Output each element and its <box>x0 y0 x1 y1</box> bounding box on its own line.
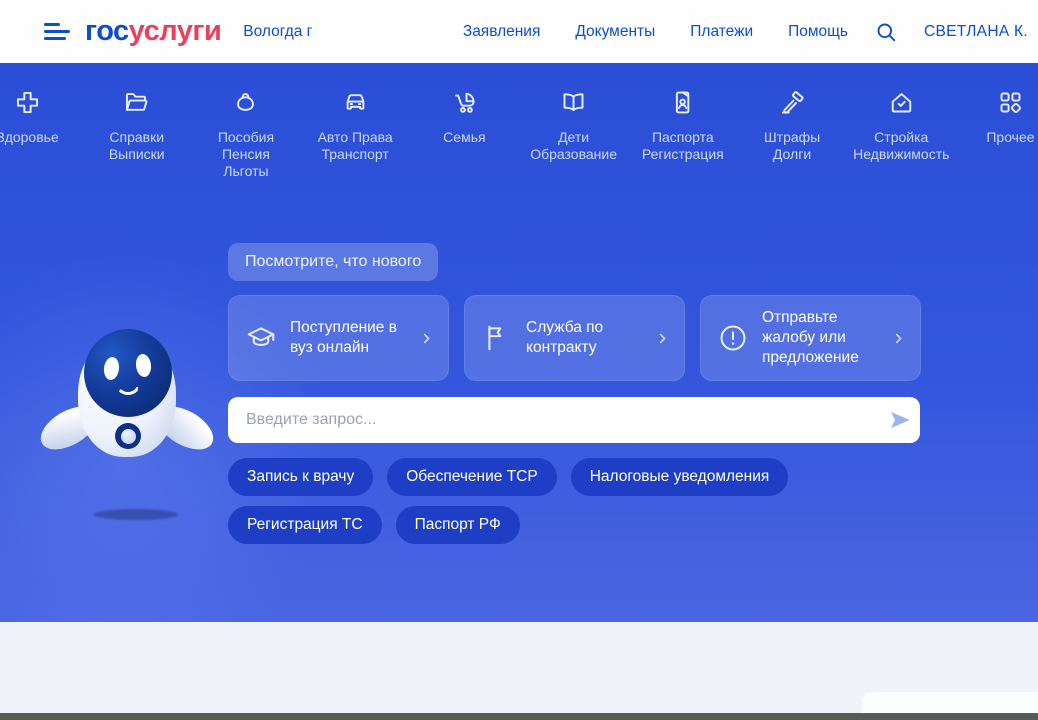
id-card-icon <box>669 89 696 116</box>
logo-part-blue: гос <box>85 15 129 47</box>
robot-face <box>84 329 172 417</box>
category-label: ПаспортаРегистрация <box>642 129 724 163</box>
whats-new-button[interactable]: Посмотрите, что нового <box>228 243 438 281</box>
chip-tax-notifications[interactable]: Налоговые уведомления <box>571 458 789 496</box>
send-button[interactable] <box>880 397 920 443</box>
assistant-search-bar <box>228 397 920 443</box>
search-input[interactable] <box>228 411 880 429</box>
category-label: Семья <box>443 129 485 146</box>
assistant-robot-mascot <box>36 313 216 533</box>
main-blue-section: Здоровье СправкиВыписки ПособияПенсияЛьг… <box>0 63 1038 622</box>
chip-vehicle-registration[interactable]: Регистрация ТС <box>228 506 382 544</box>
chevron-right-icon <box>890 330 907 347</box>
nav-payments[interactable]: Платежи <box>690 23 753 41</box>
chip-doctor-appointment[interactable]: Запись к врачу <box>228 458 373 496</box>
nav-applications[interactable]: Заявления <box>463 23 541 41</box>
category-certificates[interactable]: СправкиВыписки <box>84 89 189 180</box>
folder-icon <box>123 89 150 116</box>
grid-shapes-icon <box>997 89 1024 116</box>
card-label: Отправьте жалобу или предложение <box>762 308 886 368</box>
purse-icon <box>232 89 259 116</box>
send-arrow-icon <box>887 407 913 433</box>
location-selector[interactable]: Вологда г <box>243 23 312 41</box>
promo-cards-row: Поступление в вуз онлайн Служба по контр… <box>228 295 921 381</box>
robot-shadow <box>94 509 178 520</box>
category-label: Авто ПраваТранспорт <box>318 129 393 163</box>
search-icon[interactable] <box>874 20 898 44</box>
category-education[interactable]: ДетиОбразование <box>521 89 626 180</box>
category-health[interactable]: Здоровье <box>0 89 80 180</box>
category-label: ДетиОбразование <box>530 129 617 163</box>
category-label: Здоровье <box>0 129 59 146</box>
category-family[interactable]: Семья <box>412 89 517 180</box>
gosuslugi-logo[interactable]: госуслуги <box>85 15 221 48</box>
corner-widget <box>862 692 1038 713</box>
menu-hamburger-icon[interactable] <box>44 23 70 40</box>
stroller-icon <box>451 89 478 116</box>
category-fines[interactable]: ШтрафыДолги <box>740 89 845 180</box>
robot-eye <box>103 356 121 381</box>
graduation-cap-icon <box>245 322 277 354</box>
chip-tsr-provision[interactable]: Обеспечение ТСР <box>387 458 556 496</box>
open-book-icon <box>560 89 587 116</box>
card-label: Поступление в вуз онлайн <box>290 318 414 358</box>
category-realestate[interactable]: СтройкаНедвижимость <box>849 89 954 180</box>
gavel-icon <box>779 89 806 116</box>
user-name[interactable]: СВЕТЛАНА К. <box>924 23 1028 41</box>
house-check-icon <box>888 89 915 116</box>
chip-passport-rf[interactable]: Паспорт РФ <box>396 506 520 544</box>
header-nav: Заявления Документы Платежи Помощь <box>463 23 848 41</box>
flag-icon <box>481 322 513 354</box>
category-passports[interactable]: ПаспортаРегистрация <box>630 89 735 180</box>
robot-chest-button <box>115 423 141 449</box>
exclamation-circle-icon <box>717 322 749 354</box>
category-label: ПособияПенсияЛьготы <box>218 129 274 180</box>
robot-eye <box>135 353 153 378</box>
card-label: Служба по контракту <box>526 318 650 358</box>
top-header: госуслуги Вологда г Заявления Документы … <box>0 0 1038 63</box>
category-benefits[interactable]: ПособияПенсияЛьготы <box>193 89 298 180</box>
quick-chips: Запись к врачу Обеспечение ТСР Налоговые… <box>228 458 928 544</box>
nav-documents[interactable]: Документы <box>575 23 655 41</box>
category-label: СтройкаНедвижимость <box>853 129 949 163</box>
bottom-strip <box>0 713 1038 720</box>
card-contract-service[interactable]: Служба по контракту <box>464 295 685 381</box>
category-row: Здоровье СправкиВыписки ПособияПенсияЛьг… <box>0 89 1038 180</box>
health-cross-icon <box>14 89 41 116</box>
nav-help[interactable]: Помощь <box>788 23 848 41</box>
car-icon <box>342 89 369 116</box>
category-label: ШтрафыДолги <box>764 129 820 163</box>
category-other[interactable]: Прочее <box>958 89 1038 180</box>
chevron-right-icon <box>418 330 435 347</box>
card-university-admission[interactable]: Поступление в вуз онлайн <box>228 295 449 381</box>
robot-smile <box>115 381 141 395</box>
category-auto[interactable]: Авто ПраваТранспорт <box>303 89 408 180</box>
logo-part-red: услуги <box>129 15 222 47</box>
chevron-right-icon <box>654 330 671 347</box>
category-label: СправкиВыписки <box>109 129 165 163</box>
category-label: Прочее <box>986 129 1034 146</box>
card-complaint[interactable]: Отправьте жалобу или предложение <box>700 295 921 381</box>
